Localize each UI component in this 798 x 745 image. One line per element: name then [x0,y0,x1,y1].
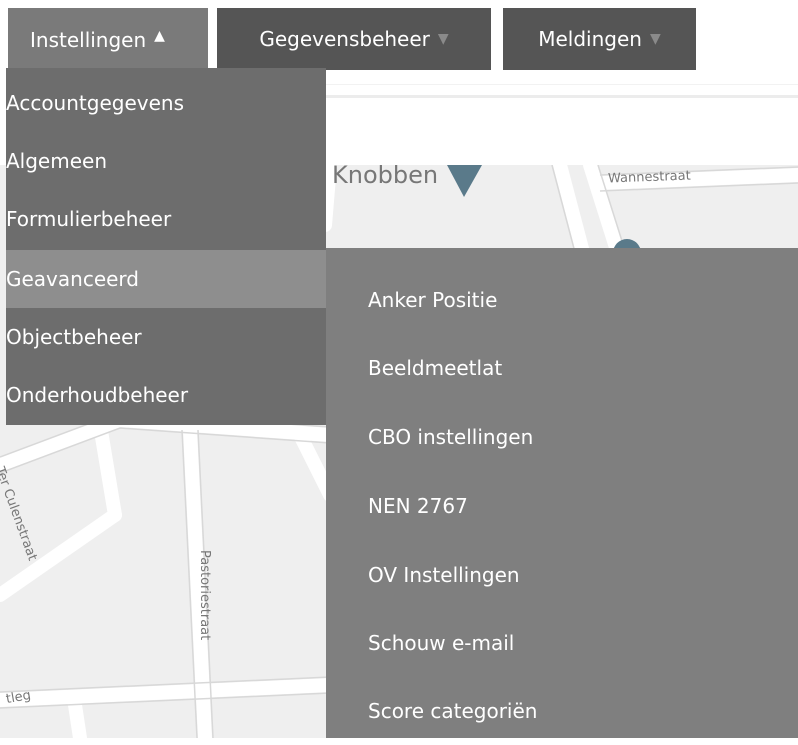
tab-gegevensbeheer[interactable]: Gegevensbeheer ▼ [217,8,491,70]
submenu-item-beeldmeetlat[interactable]: Beeldmeetlat [326,334,798,402]
submenu-item-label: Beeldmeetlat [368,356,503,380]
map-label-knobben: Knobben [332,165,439,189]
tab-label: Instellingen [30,28,147,52]
submenu-item-label: Score categoriën [368,699,538,723]
divider-line [325,84,798,85]
submenu-item-ov-instellingen[interactable]: OV Instellingen [326,541,798,609]
submenu-item-label: Anker Positie [368,288,498,312]
menu-item-onderhoudbeheer[interactable]: Onderhoudbeheer [6,366,326,424]
submenu-item-label: OV Instellingen [368,563,520,587]
submenu-item-label: Schouw e-mail [368,631,515,655]
menu-item-algemeen[interactable]: Algemeen [6,132,326,190]
submenu-item-score-categorien[interactable]: Score categoriën [326,677,798,745]
submenu-item-label: NEN 2767 [368,494,468,518]
divider-line [325,95,798,98]
caret-down-icon: ▼ [649,31,661,47]
submenu-item-schouw-email[interactable]: Schouw e-mail [326,609,798,677]
submenu-item-anker-positie[interactable]: Anker Positie [326,266,798,334]
tab-label: Gegevensbeheer [259,27,430,51]
menu-item-label: Objectbeheer [6,325,142,349]
submenu-item-label: CBO instellingen [368,425,534,449]
tab-meldingen[interactable]: Meldingen ▼ [503,8,696,70]
menu-item-label: Formulierbeheer [6,207,172,231]
menu-item-label: Accountgegevens [6,91,184,115]
menu-item-objectbeheer[interactable]: Objectbeheer [6,308,326,366]
caret-down-icon: ▼ [437,31,449,47]
menu-item-geavanceerd[interactable]: Geavanceerd [6,250,326,308]
map-marker-icon [447,165,482,197]
instellingen-dropdown: Accountgegevens Algemeen Formulierbeheer… [6,68,326,425]
menu-item-label: Algemeen [6,149,108,173]
menu-item-label: Geavanceerd [6,267,139,291]
map-label-pastoriestraat: Pastoriestraat [197,550,212,641]
submenu-item-cbo-instellingen[interactable]: CBO instellingen [326,403,798,471]
tab-label: Meldingen [538,27,642,51]
menu-item-accountgegevens[interactable]: Accountgegevens [6,74,326,132]
map-label-wannestraat: Wannestraat [607,168,691,187]
menu-item-formulierbeheer[interactable]: Formulierbeheer [6,190,326,248]
menu-item-label: Onderhoudbeheer [6,383,189,407]
geavanceerd-submenu: Anker Positie Beeldmeetlat CBO instellin… [326,248,798,738]
submenu-item-nen-2767[interactable]: NEN 2767 [326,472,798,540]
caret-up-icon: ▲ [154,28,165,44]
